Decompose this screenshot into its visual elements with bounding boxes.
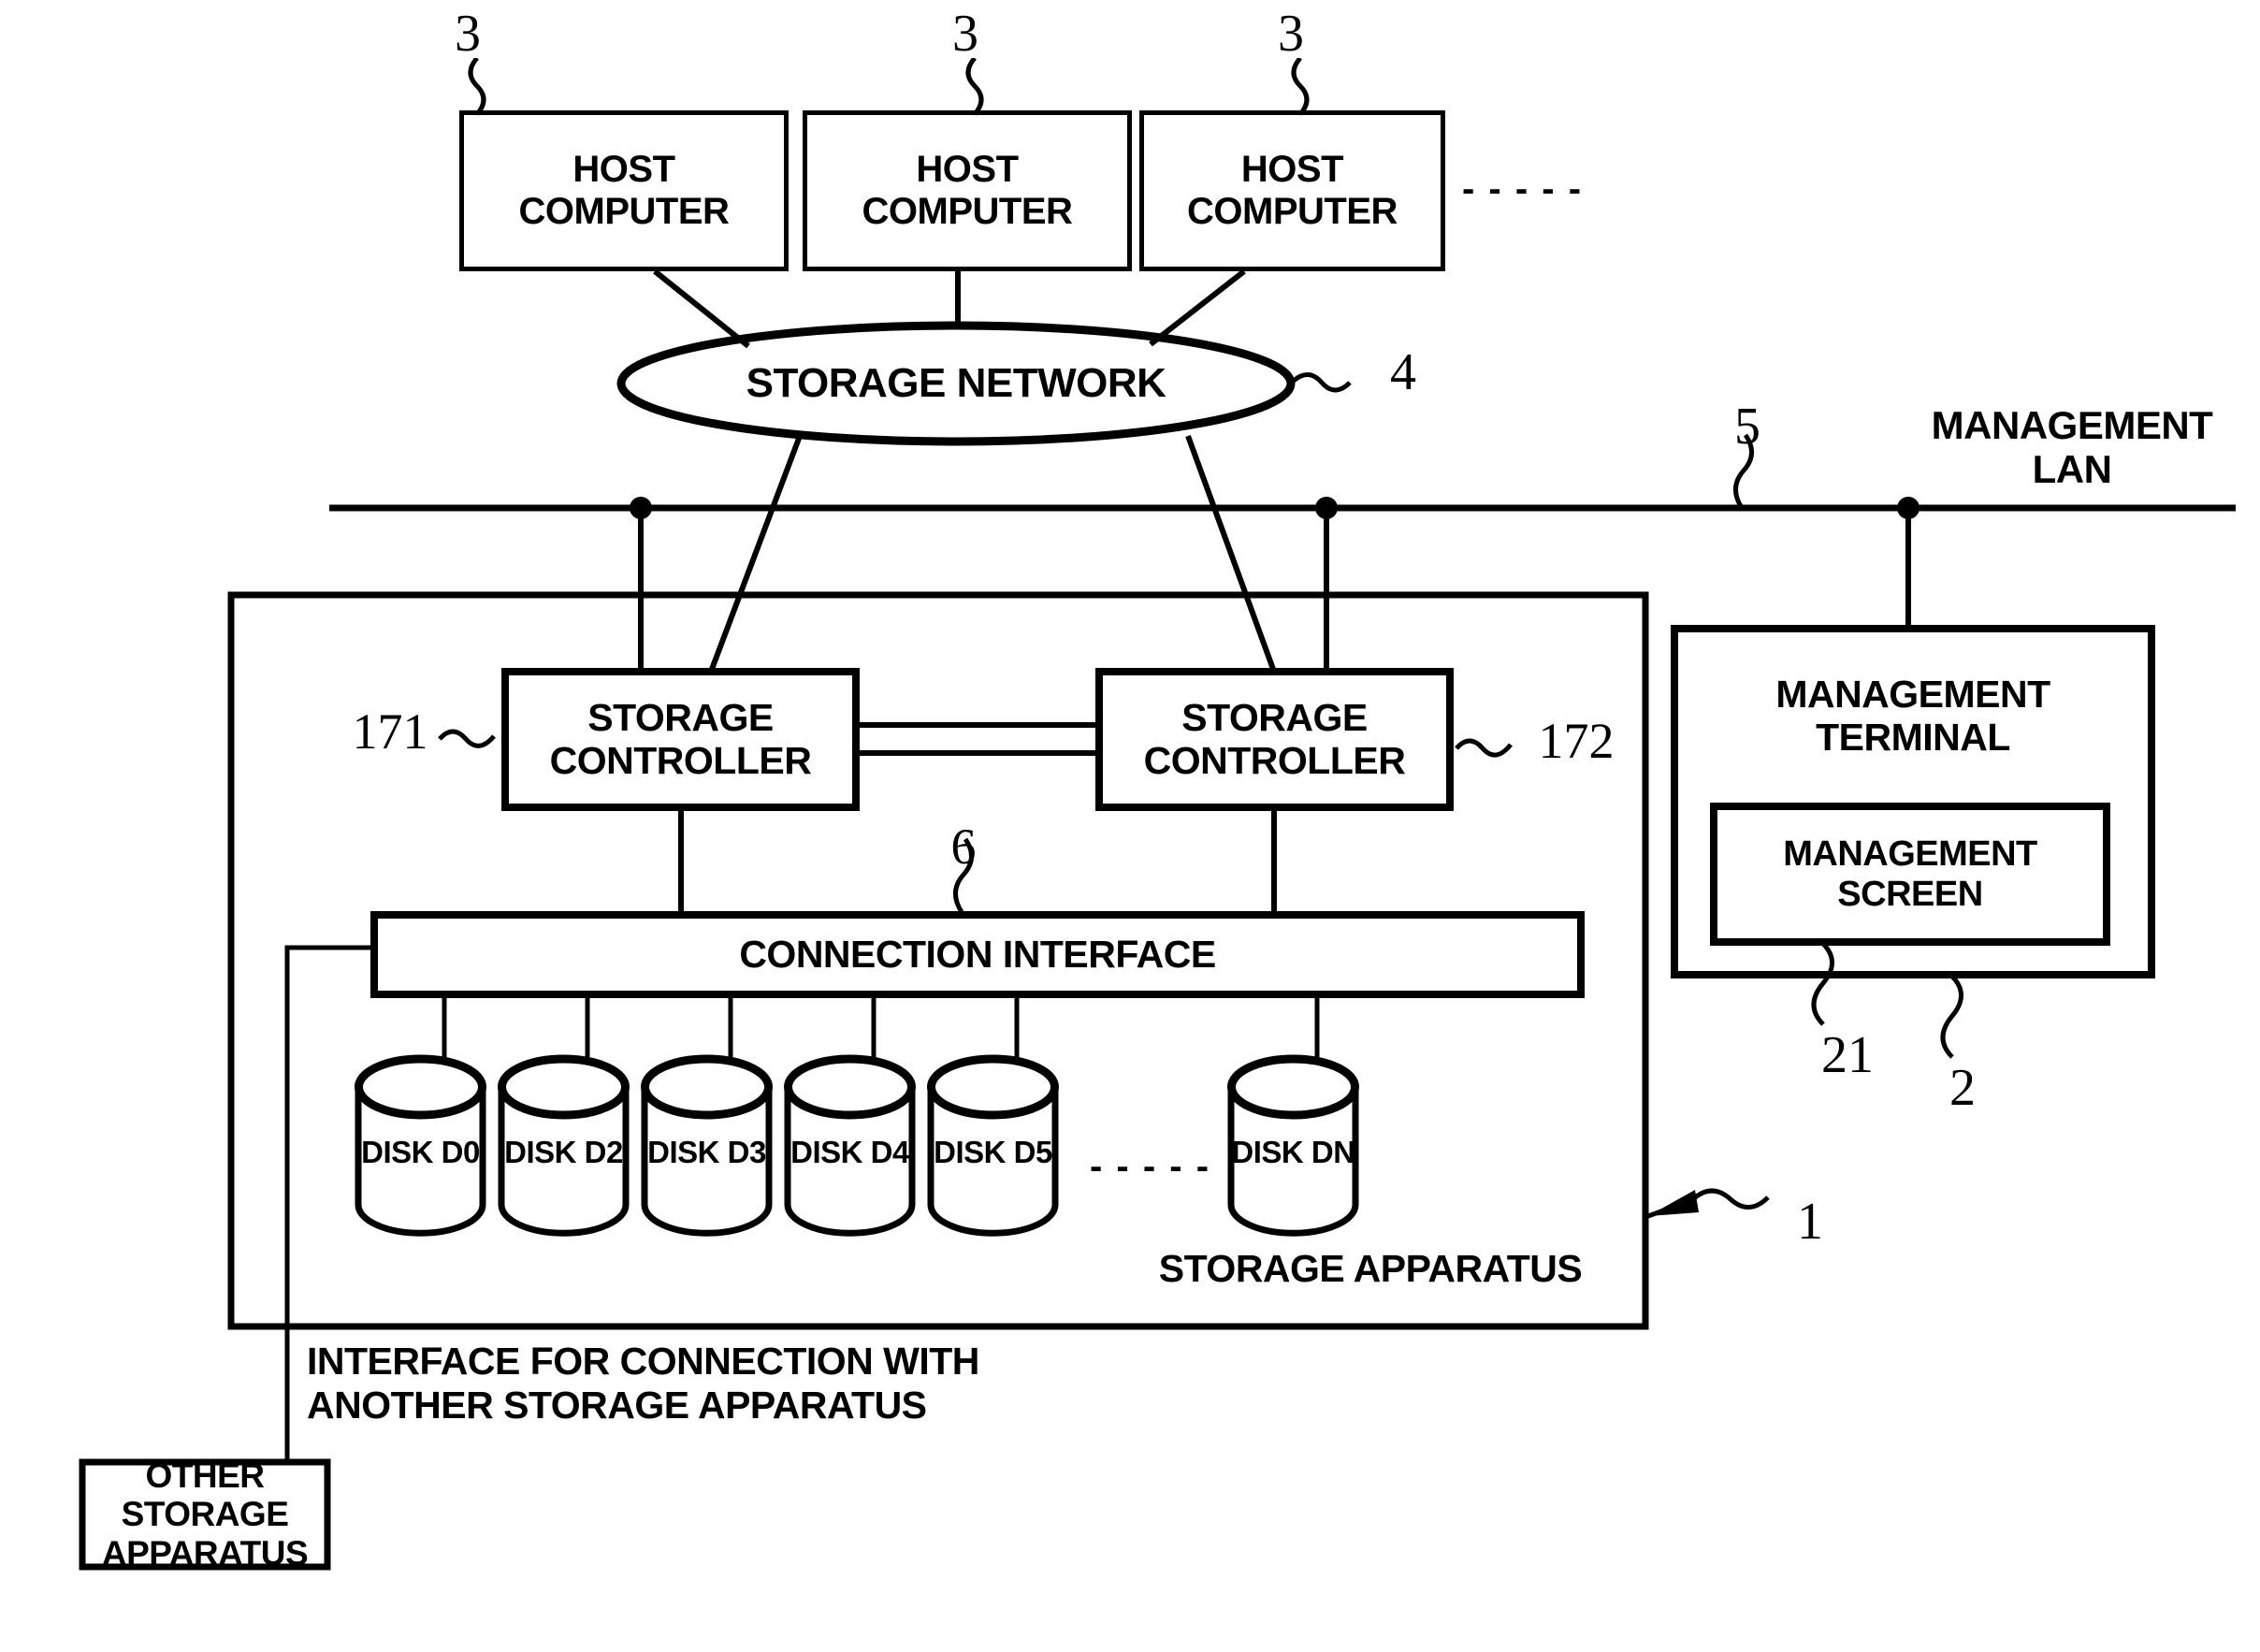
link-host3-network — [1149, 268, 1246, 347]
ref-label-host2: 3 — [952, 5, 978, 63]
disk-4[interactable]: DISK D5 — [925, 1054, 1061, 1237]
host3-ref-leader — [1291, 58, 1310, 116]
ref4-leader — [1292, 372, 1352, 393]
figure-canvas: HOST COMPUTER 3 HOST COMPUTER 3 HOST COM… — [0, 0, 2260, 1652]
ref-label-management-screen: 21 — [1821, 1026, 1874, 1084]
other-storage-apparatus-label: OTHER STORAGE APPARATUS — [101, 1456, 309, 1572]
host1-ref-leader — [468, 58, 486, 116]
external-interface-caption: INTERFACE FOR CONNECTION WITH ANOTHER ST… — [307, 1340, 979, 1427]
management-lan-label: MANAGEMENT LAN — [1931, 402, 2213, 491]
disk-0[interactable]: DISK D0 — [353, 1054, 488, 1237]
link-network-controller2 — [1185, 434, 1277, 674]
ref-label-connection-interface: 6 — [950, 819, 977, 875]
storage-controller-1-label: STORAGE CONTROLLER — [549, 695, 812, 782]
ref-label-host1: 3 — [455, 5, 481, 63]
disk-0-label: DISK D0 — [361, 1135, 480, 1169]
host-computer-2-label: HOST COMPUTER — [862, 149, 1073, 232]
disk-2-label: DISK D3 — [647, 1135, 766, 1169]
disks-ellipsis: - - - - - — [1090, 1146, 1211, 1187]
ref-label-controller1: 171 — [352, 703, 428, 760]
ref1-arrowhead — [1648, 1190, 1699, 1216]
host-computer-1[interactable]: HOST COMPUTER — [459, 110, 789, 271]
management-terminal-label: MANAGEMENT TERMINAL — [1775, 673, 2050, 759]
management-screen-label: MANAGEMENT SCREEN — [1783, 833, 2037, 914]
ref21-leader — [1811, 940, 1834, 1026]
link-host1-network — [653, 268, 750, 349]
disk-4-label: DISK D5 — [934, 1135, 1052, 1169]
host-computer-3[interactable]: HOST COMPUTER — [1139, 110, 1445, 271]
ref-label-management-terminal: 2 — [1949, 1059, 1976, 1117]
disk-n[interactable]: DISK DN — [1225, 1054, 1361, 1237]
storage-apparatus-label: STORAGE APPARATUS — [1158, 1247, 1583, 1290]
storage-network-label: STORAGE NETWORK — [746, 360, 1166, 407]
ref-label-network: 4 — [1390, 343, 1416, 401]
ref1-leader — [1691, 1188, 1770, 1210]
disk-2[interactable]: DISK D3 — [639, 1054, 775, 1237]
disk-1[interactable]: DISK D2 — [496, 1054, 631, 1237]
hosts-ellipsis: - - - - - — [1462, 168, 1584, 210]
storage-controller-2-label: STORAGE CONTROLLER — [1143, 695, 1406, 782]
ref-label-storage-apparatus: 1 — [1797, 1193, 1823, 1251]
disk-n-label: DISK DN — [1231, 1135, 1355, 1169]
ref172-leader — [1455, 738, 1513, 758]
link-network-controller1 — [708, 434, 803, 674]
disk-1-label: DISK D2 — [504, 1135, 623, 1169]
disk-3-label: DISK D4 — [790, 1135, 909, 1169]
ref-label-lan: 5 — [1734, 398, 1760, 456]
connection-interface-label: CONNECTION INTERFACE — [739, 932, 1216, 976]
disk-3[interactable]: DISK D4 — [782, 1054, 918, 1237]
ref-label-host3: 3 — [1278, 5, 1304, 63]
host-computer-1-label: HOST COMPUTER — [518, 149, 730, 232]
host-computer-2[interactable]: HOST COMPUTER — [803, 110, 1132, 271]
ref-label-controller2: 172 — [1538, 713, 1615, 769]
ref2-leader — [1940, 973, 1963, 1059]
host2-ref-leader — [965, 58, 984, 116]
host-computer-3-label: HOST COMPUTER — [1187, 149, 1398, 232]
